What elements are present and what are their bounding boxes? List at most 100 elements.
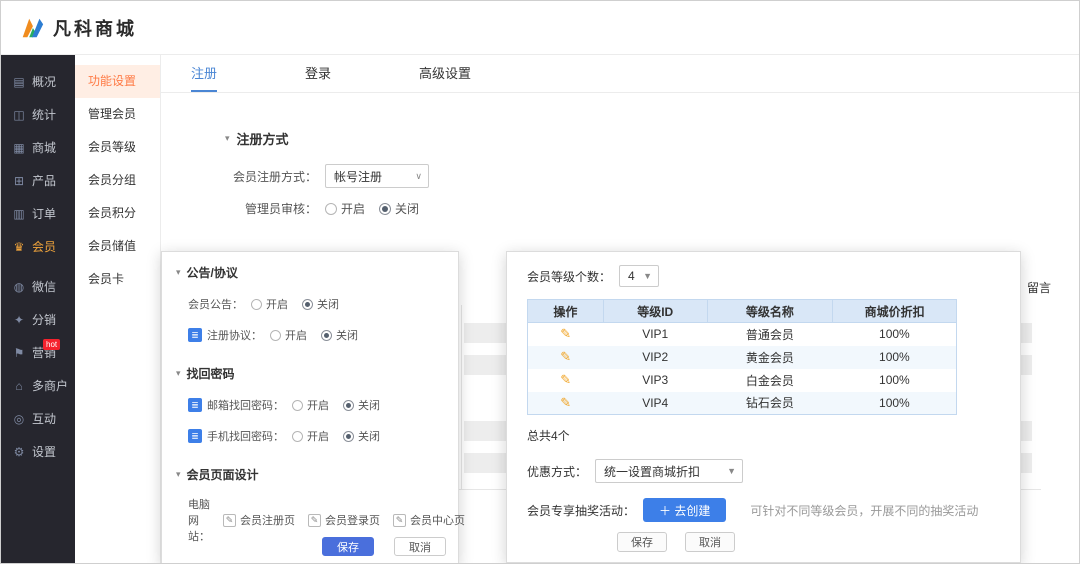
tab-register[interactable]: 注册 — [191, 55, 218, 92]
radio-email-off[interactable]: 关闭 — [343, 397, 380, 413]
crown-icon: ♛ — [13, 239, 25, 254]
left-panel-buttons: 保存 取消 — [322, 537, 446, 556]
sidebar-item-stats[interactable]: ◫ 统计 — [1, 98, 75, 131]
radio-circle-icon — [325, 202, 337, 215]
sidebar-item-interaction[interactable]: ◎ 互动 — [1, 402, 75, 435]
chart-icon: ◫ — [13, 107, 25, 122]
edit-icon[interactable]: ✎ — [560, 326, 571, 341]
announcement-section-head[interactable]: ▾ 公告/协议 — [176, 264, 444, 281]
radio-circle-icon — [343, 430, 354, 442]
level-count-select[interactable]: 4 ▼ — [619, 265, 660, 287]
email-recovery-label: 邮箱找回密码： — [207, 400, 284, 412]
phone-recovery-row: ≣ 手机找回密码： 开启 关闭 — [188, 428, 444, 444]
section-title: 注册方式 — [236, 132, 289, 147]
radio-circle-icon — [379, 202, 392, 215]
radio-label: 开启 — [307, 400, 329, 412]
brand[interactable]: 凡科商城 — [19, 15, 137, 41]
radio-notice-on[interactable]: 开启 — [251, 296, 288, 312]
store-icon: ▦ — [13, 140, 25, 155]
save-button[interactable]: 保存 — [617, 532, 667, 552]
level-name: 白金会员 — [745, 373, 794, 388]
level-id: VIP1 — [642, 327, 669, 342]
register-method-section[interactable]: ▾ 注册方式 — [225, 129, 1079, 148]
member-notice-row: 会员公告： 开启 关闭 — [188, 296, 444, 312]
level-discount: 100% — [879, 327, 910, 342]
radio-circle-icon — [270, 329, 281, 341]
radio-phone-off[interactable]: 关闭 — [343, 428, 380, 444]
submenu-item-member-groups[interactable]: 会员分组 — [75, 164, 160, 197]
radio-audit-on[interactable]: 开启 — [325, 200, 365, 217]
radio-circle-icon — [251, 298, 262, 310]
sidebar-item-orders[interactable]: ▥ 订单 — [1, 197, 75, 230]
sidebar-item-label: 分销 — [32, 313, 57, 327]
lottery-label: 会员专享抽奖活动： — [527, 503, 636, 518]
sidebar-item-members[interactable]: ♛ 会员 — [1, 230, 75, 263]
edit-icon[interactable]: ✎ — [560, 349, 571, 364]
sidebar-item-products[interactable]: ⊞ 产品 — [1, 164, 75, 197]
tab-advanced-settings[interactable]: 高级设置 — [419, 55, 471, 92]
sidebar-item-marketing[interactable]: ⚑ 营销 hot — [1, 336, 75, 369]
table-row: ✎ VIP3 白金会员 100% — [528, 369, 957, 392]
email-recovery-row: ≣ 邮箱找回密码： 开启 关闭 — [188, 397, 444, 413]
submenu-item-manage-members[interactable]: 管理会员 — [75, 98, 160, 131]
phone-feature-icon: ≣ — [188, 429, 202, 443]
sidebar-item-distribution[interactable]: ✦ 分销 — [1, 303, 75, 336]
share-icon: ✦ — [13, 312, 25, 327]
selected-value: 4 — [628, 269, 635, 283]
design-link-register-page[interactable]: ✎ 会员注册页 — [223, 512, 295, 528]
cancel-button[interactable]: 取消 — [685, 532, 735, 552]
interaction-icon: ◎ — [13, 411, 25, 426]
chevron-down-icon: ∨ — [415, 170, 422, 181]
tab-bar: 注册 登录 高级设置 — [161, 55, 1079, 93]
password-recovery-section-head[interactable]: ▾ 找回密码 — [176, 365, 444, 382]
register-agreement-label: 注册协议： — [207, 330, 262, 342]
design-link-login-page[interactable]: ✎ 会员登录页 — [308, 512, 380, 528]
section-title: 会员页面设计 — [186, 468, 259, 482]
submenu-item-function-settings[interactable]: 功能设置 — [75, 65, 160, 98]
section-title: 找回密码 — [186, 367, 235, 381]
radio-phone-on[interactable]: 开启 — [292, 428, 329, 444]
col-discount: 商城价折扣 — [832, 299, 957, 323]
submenu-item-member-levels[interactable]: 会员等级 — [75, 131, 160, 164]
radio-agreement-off[interactable]: 关闭 — [321, 327, 358, 343]
radio-agreement-on[interactable]: 开启 — [270, 327, 307, 343]
edit-icon[interactable]: ✎ — [560, 395, 571, 410]
sidebar-item-overview[interactable]: ▤ 概况 — [1, 65, 75, 98]
table-row: ✎ VIP4 钻石会员 100% — [527, 391, 957, 415]
radio-label: 关闭 — [358, 400, 380, 412]
col-operation: 操作 — [527, 299, 604, 323]
wechat-icon: ◍ — [13, 279, 25, 294]
radio-label: 关闭 — [317, 299, 339, 311]
sidebar-item-label: 产品 — [32, 174, 57, 188]
radio-notice-off[interactable]: 关闭 — [302, 296, 339, 312]
level-name: 普通会员 — [745, 327, 794, 342]
save-button[interactable]: 保存 — [322, 537, 374, 556]
top-header: 凡科商城 — [1, 1, 1079, 55]
register-agreement-row: ≣ 注册协议： 开启 关闭 — [188, 327, 444, 343]
background-panel-edge — [461, 305, 462, 489]
design-link-center-page[interactable]: ✎ 会员中心页 — [393, 512, 465, 528]
edit-icon[interactable]: ✎ — [560, 372, 571, 387]
design-link-label: 会员中心页 — [410, 515, 465, 527]
radio-label: 关闭 — [395, 202, 420, 216]
sidebar-item-mall[interactable]: ▦ 商城 — [1, 131, 75, 164]
level-name: 钻石会员 — [745, 396, 794, 411]
sidebar-item-multi-merchant[interactable]: ⌂ 多商户 — [1, 369, 75, 402]
table-row: ✎ VIP2 黄金会员 100% — [527, 345, 957, 369]
submenu-item-member-stored-value[interactable]: 会员储值 — [75, 230, 160, 263]
submenu-item-member-card[interactable]: 会员卡 — [75, 263, 160, 296]
create-lottery-button[interactable]: ＋ 去创建 — [643, 498, 727, 522]
register-type-select[interactable]: 帐号注册 ∨ — [325, 164, 429, 188]
radio-email-on[interactable]: 开启 — [292, 397, 329, 413]
sidebar-item-settings[interactable]: ⚙ 设置 — [1, 435, 75, 468]
discount-method-select[interactable]: 统一设置商城折扣 ▼ — [595, 459, 744, 483]
sidebar-item-label: 微信 — [32, 280, 57, 294]
page-design-section-head[interactable]: ▾ 会员页面设计 — [176, 466, 444, 483]
edit-page-icon: ✎ — [223, 513, 236, 527]
cancel-button[interactable]: 取消 — [394, 537, 446, 556]
submenu-item-member-points[interactable]: 会员积分 — [75, 197, 160, 230]
radio-audit-off[interactable]: 关闭 — [379, 200, 419, 217]
sidebar-item-wechat[interactable]: ◍ 微信 — [1, 270, 75, 303]
tab-login[interactable]: 登录 — [305, 55, 331, 92]
level-discount: 100% — [879, 373, 910, 387]
